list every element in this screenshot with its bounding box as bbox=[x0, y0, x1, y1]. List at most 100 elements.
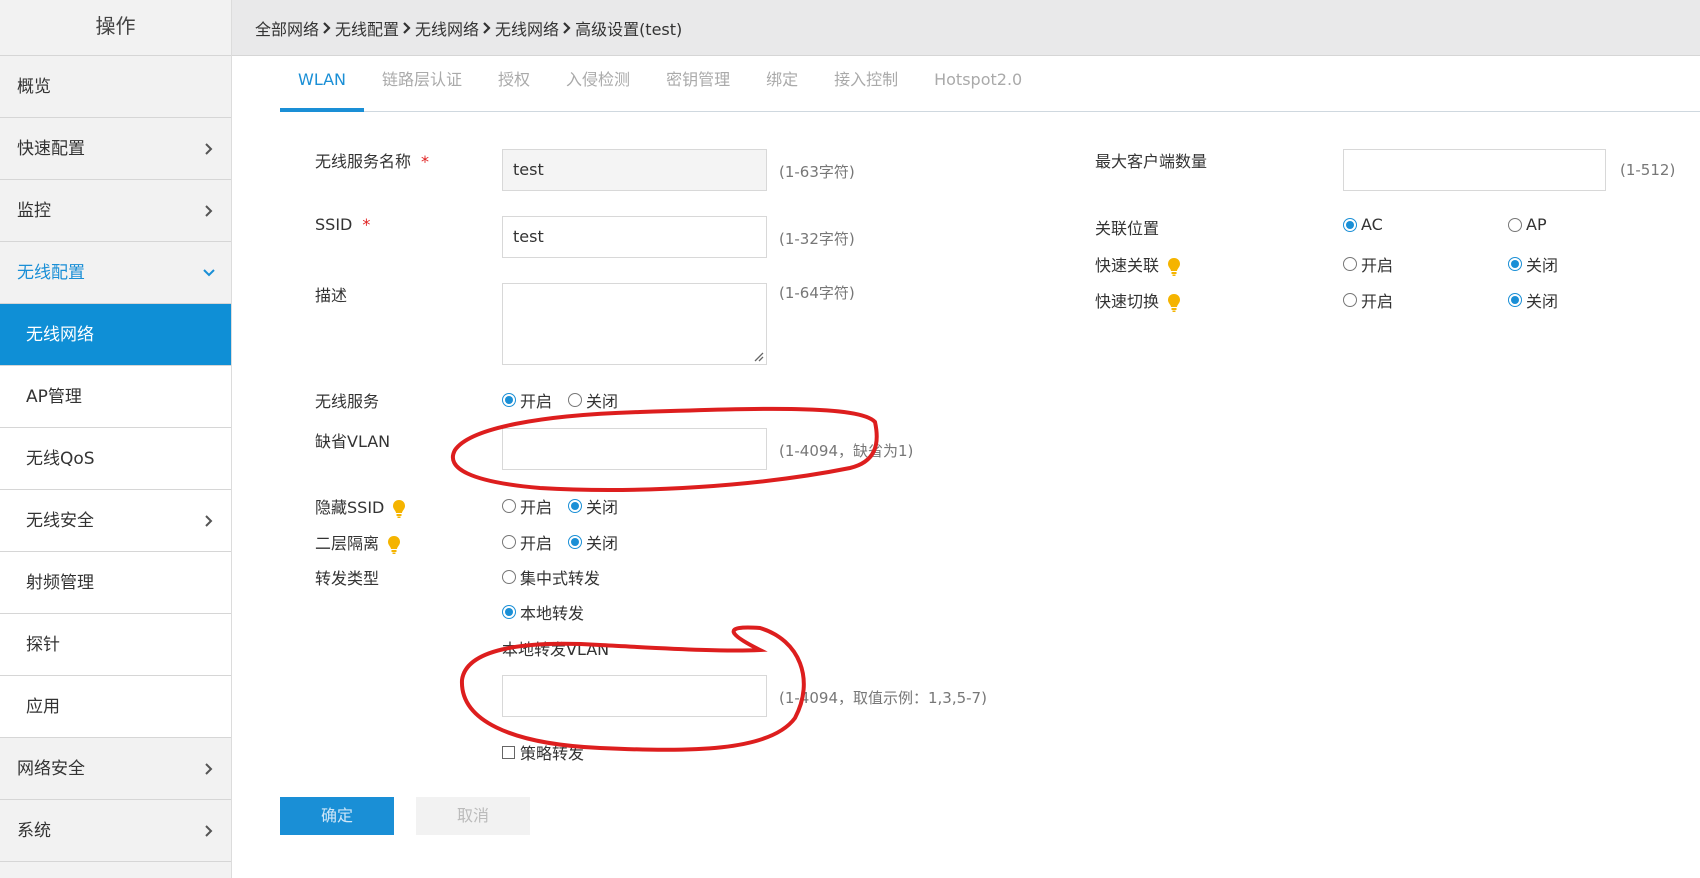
ssid-label: SSID * bbox=[315, 215, 371, 234]
tab-hotspot[interactable]: Hotspot2.0 bbox=[916, 55, 1040, 111]
sidebar-item-system[interactable]: 系统 bbox=[0, 800, 231, 862]
sidebar-subitem-label: 探针 bbox=[26, 635, 60, 655]
chevron-right-icon bbox=[201, 118, 217, 180]
sidebar-subitem-label: 无线安全 bbox=[26, 511, 94, 531]
description-textarea[interactable] bbox=[502, 283, 767, 365]
sidebar-item-label: 网络安全 bbox=[17, 759, 85, 779]
chevron-right-icon bbox=[403, 21, 411, 34]
fast-switch-off-radio[interactable]: 关闭 bbox=[1508, 288, 1558, 312]
hide-ssid-off-radio[interactable]: 关闭 bbox=[568, 494, 618, 518]
sidebar-subitem-label: 无线网络 bbox=[26, 325, 94, 345]
sidebar-item-wireless-config[interactable]: 无线配置 bbox=[0, 242, 231, 304]
ssid-input[interactable]: test bbox=[502, 216, 767, 258]
sidebar-subitem-ap-management[interactable]: AP管理 bbox=[0, 366, 231, 428]
annotation-overlay bbox=[451, 406, 879, 752]
breadcrumb-item[interactable]: 无线网络 bbox=[495, 16, 559, 40]
breadcrumb-current: 高级设置(test) bbox=[575, 19, 683, 39]
breadcrumb-item[interactable]: 全部网络 bbox=[255, 16, 319, 40]
description-label: 描述 bbox=[315, 286, 348, 305]
breadcrumb: 全部网络 无线配置 无线网络 无线网络 高级设置(test) bbox=[232, 0, 1700, 56]
tab-bar: WLAN 链路层认证 授权 入侵检测 密钥管理 绑定 接入控制 Hotspot2… bbox=[280, 56, 1700, 112]
ssid-hint: (1-32字符) bbox=[779, 230, 855, 248]
l2-isolation-on-radio[interactable]: 开启 bbox=[502, 530, 552, 554]
forward-type-label: 转发类型 bbox=[315, 569, 380, 588]
tab-wlan[interactable]: WLAN bbox=[280, 55, 365, 112]
tab-intrusion-detection[interactable]: 入侵检测 bbox=[548, 55, 648, 111]
breadcrumb-item[interactable]: 无线配置 bbox=[335, 16, 399, 40]
hide-ssid-label: 隐藏SSID bbox=[315, 494, 406, 519]
required-marker: * bbox=[421, 152, 430, 171]
lightbulb-icon[interactable] bbox=[1167, 293, 1181, 313]
l2-isolation-label: 二层隔离 bbox=[315, 530, 401, 555]
chevron-right-icon bbox=[323, 21, 331, 34]
max-clients-input[interactable] bbox=[1343, 149, 1606, 191]
sidebar-item-label: 系统 bbox=[17, 821, 51, 841]
tab-binding[interactable]: 绑定 bbox=[748, 55, 816, 111]
sidebar-item-overview[interactable]: 概览 bbox=[0, 56, 231, 118]
cancel-button[interactable]: 取消 bbox=[416, 797, 530, 835]
sidebar-subitem-wireless-network[interactable]: 无线网络 bbox=[0, 304, 231, 366]
tab-link-auth[interactable]: 链路层认证 bbox=[364, 55, 480, 111]
wireless-service-off-radio[interactable]: 关闭 bbox=[568, 388, 618, 412]
required-marker: * bbox=[362, 215, 371, 234]
chevron-right-icon bbox=[201, 800, 217, 862]
assoc-location-ap-radio[interactable]: AP bbox=[1508, 215, 1547, 234]
policy-forward-checkbox[interactable]: 策略转发 bbox=[502, 740, 584, 764]
default-vlan-hint: (1-4094，缺省为1) bbox=[779, 442, 914, 460]
sidebar-item-label: 无线配置 bbox=[17, 263, 85, 283]
fast-switch-on-radio[interactable]: 开启 bbox=[1343, 288, 1393, 312]
ok-button[interactable]: 确定 bbox=[280, 797, 394, 835]
sidebar-item-monitor[interactable]: 监控 bbox=[0, 180, 231, 242]
tab-key-management[interactable]: 密钥管理 bbox=[648, 55, 748, 111]
sidebar-subitem-label: 无线QoS bbox=[26, 449, 95, 469]
breadcrumb-item[interactable]: 无线网络 bbox=[415, 16, 479, 40]
sidebar-subitem-wireless-security[interactable]: 无线安全 bbox=[0, 490, 231, 552]
local-vlan-input[interactable] bbox=[502, 675, 767, 717]
local-vlan-label: 本地转发VLAN bbox=[502, 640, 610, 659]
assoc-location-label: 关联位置 bbox=[1095, 219, 1160, 238]
forward-centralized-radio[interactable]: 集中式转发 bbox=[502, 565, 600, 589]
assoc-location-ac-radio[interactable]: AC bbox=[1343, 215, 1383, 234]
tab-access-control[interactable]: 接入控制 bbox=[816, 55, 916, 111]
sidebar-subitem-label: 应用 bbox=[26, 697, 60, 717]
max-clients-label: 最大客户端数量 bbox=[1095, 152, 1208, 171]
sidebar-item-label: 监控 bbox=[17, 201, 51, 221]
sidebar-subitem-rf-management[interactable]: 射频管理 bbox=[0, 552, 231, 614]
lightbulb-icon[interactable] bbox=[387, 535, 401, 555]
chevron-right-icon bbox=[201, 738, 217, 800]
sidebar-subitem-label: 射频管理 bbox=[26, 573, 94, 593]
tab-authorization[interactable]: 授权 bbox=[480, 55, 548, 111]
resize-handle-icon[interactable] bbox=[752, 350, 764, 362]
fast-assoc-off-radio[interactable]: 关闭 bbox=[1508, 252, 1558, 276]
sidebar-subitem-label: AP管理 bbox=[26, 387, 82, 407]
chevron-right-icon bbox=[563, 21, 571, 34]
lightbulb-icon[interactable] bbox=[392, 499, 406, 519]
sidebar-item-network-security[interactable]: 网络安全 bbox=[0, 738, 231, 800]
default-vlan-input[interactable] bbox=[502, 428, 767, 470]
service-name-hint: (1-63字符) bbox=[779, 163, 855, 181]
max-clients-hint: (1-512) bbox=[1620, 161, 1676, 179]
sidebar-title: 操作 bbox=[0, 0, 231, 56]
sidebar-subitem-application[interactable]: 应用 bbox=[0, 676, 231, 738]
sidebar-item-label: 概览 bbox=[17, 77, 51, 97]
fast-assoc-on-radio[interactable]: 开启 bbox=[1343, 252, 1393, 276]
service-name-input[interactable]: test bbox=[502, 149, 767, 191]
fast-assoc-label: 快速关联 bbox=[1095, 252, 1181, 277]
sidebar-item-label: 快速配置 bbox=[17, 139, 85, 159]
local-vlan-hint: (1-4094，取值示例：1,3,5-7) bbox=[779, 689, 987, 707]
default-vlan-label: 缺省VLAN bbox=[315, 432, 391, 451]
sidebar-item-quick-config[interactable]: 快速配置 bbox=[0, 118, 231, 180]
forward-local-radio[interactable]: 本地转发 bbox=[502, 600, 584, 624]
l2-isolation-off-radio[interactable]: 关闭 bbox=[568, 530, 618, 554]
chevron-right-icon bbox=[201, 490, 217, 552]
fast-switch-label: 快速切换 bbox=[1095, 288, 1181, 313]
sidebar-subitem-probe[interactable]: 探针 bbox=[0, 614, 231, 676]
wireless-service-on-radio[interactable]: 开启 bbox=[502, 388, 552, 412]
sidebar: 操作 概览 快速配置 监控 无线配置 无线网络 AP管理 无线QoS 无线安全 … bbox=[0, 0, 232, 878]
service-name-label: 无线服务名称 * bbox=[315, 152, 430, 171]
hide-ssid-on-radio[interactable]: 开启 bbox=[502, 494, 552, 518]
chevron-right-icon bbox=[483, 21, 491, 34]
lightbulb-icon[interactable] bbox=[1167, 257, 1181, 277]
sidebar-subitem-wireless-qos[interactable]: 无线QoS bbox=[0, 428, 231, 490]
description-hint: (1-64字符) bbox=[779, 284, 855, 302]
